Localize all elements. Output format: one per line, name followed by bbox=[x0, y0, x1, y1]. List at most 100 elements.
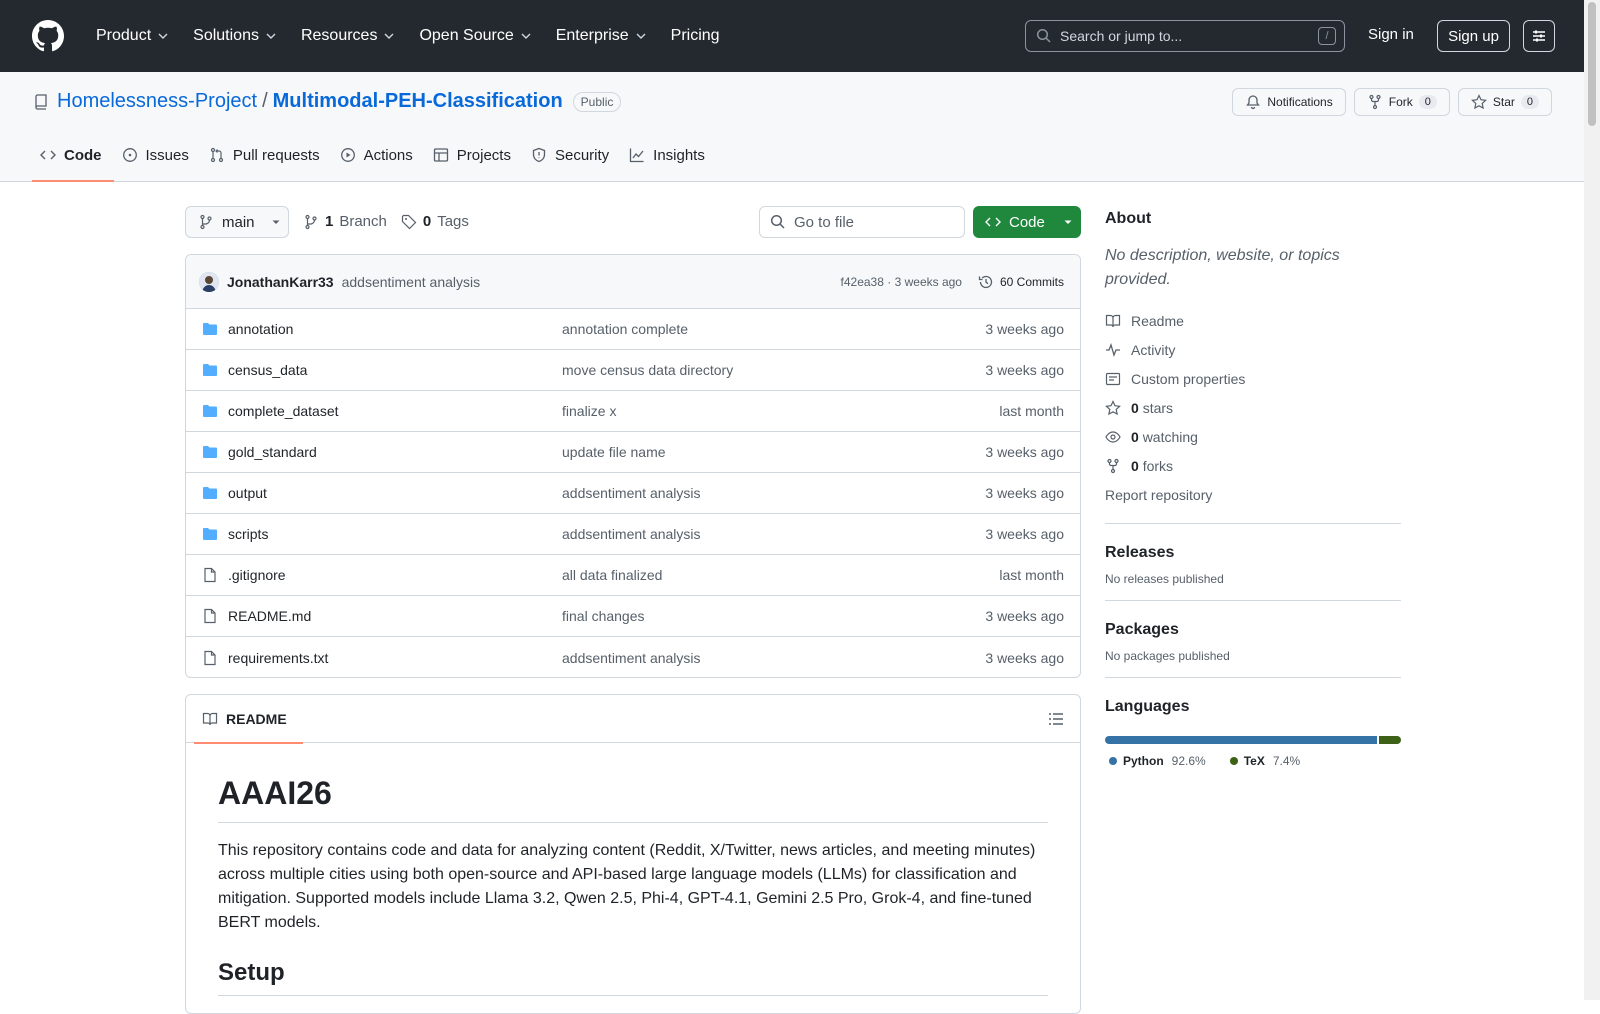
code-dropdown-button[interactable]: Code bbox=[973, 206, 1081, 238]
packages-title[interactable]: Packages bbox=[1105, 621, 1401, 639]
file-commit-message[interactable]: final changes bbox=[562, 608, 645, 624]
tab-code[interactable]: Code bbox=[32, 138, 114, 182]
table-row[interactable]: requirements.txt addsentiment analysis 3 w… bbox=[186, 637, 1080, 677]
language-item[interactable]: TeX 7.4% bbox=[1229, 754, 1300, 768]
file-icon bbox=[204, 567, 216, 583]
search-shortcut-key: / bbox=[1318, 27, 1336, 45]
file-type-icon bbox=[202, 485, 218, 501]
star-icon bbox=[1105, 399, 1121, 415]
file-name[interactable]: annotation bbox=[228, 321, 562, 337]
nav-open-source[interactable]: Open Source bbox=[409, 21, 541, 51]
note-icon bbox=[1105, 372, 1121, 385]
tab-security[interactable]: Security bbox=[523, 138, 621, 182]
repo-header: Homelessness-Project / Multimodal-PEH-Cl… bbox=[0, 72, 1584, 182]
tab-issues[interactable]: Issues bbox=[114, 138, 201, 182]
activity-link[interactable]: Activity bbox=[1105, 335, 1401, 364]
go-to-file-input[interactable]: Go to file bbox=[759, 206, 965, 238]
file-commit-date: 3 weeks ago bbox=[985, 526, 1064, 542]
repo-owner-link[interactable]: Homelessness-Project bbox=[57, 90, 257, 113]
repo-actions: Notifications Fork 0 Star 0 bbox=[1232, 88, 1552, 116]
global-header: Product Solutions Resources Open Source … bbox=[0, 0, 1584, 72]
table-row[interactable]: complete_dataset finalize x last month bbox=[186, 391, 1080, 432]
file-name[interactable]: output bbox=[228, 485, 562, 501]
nav-resources[interactable]: Resources bbox=[291, 21, 405, 51]
releases-title[interactable]: Releases bbox=[1105, 544, 1401, 562]
sidebar: About No description, website, or topics… bbox=[1105, 210, 1401, 768]
sliders-icon bbox=[1533, 30, 1545, 42]
custom-properties-link[interactable]: Custom properties bbox=[1105, 364, 1401, 393]
table-row[interactable]: README.md final changes 3 weeks ago bbox=[186, 596, 1080, 637]
branches-link[interactable]: 1 Branch bbox=[303, 213, 387, 230]
commits-link[interactable]: 60 Commits bbox=[978, 274, 1064, 290]
list-unordered-icon[interactable] bbox=[1048, 711, 1064, 727]
report-repository-link[interactable]: Report repository bbox=[1105, 480, 1401, 509]
readme-tab[interactable]: README bbox=[194, 695, 303, 744]
file-commit-message[interactable]: move census data directory bbox=[562, 362, 733, 378]
page-scrollbar[interactable] bbox=[1584, 0, 1600, 1000]
repo-name-link[interactable]: Multimodal-PEH-Classification bbox=[273, 90, 563, 113]
commit-meta: f42ea38 · 3 weeks ago 60 Commits bbox=[841, 274, 1064, 290]
file-name[interactable]: gold_standard bbox=[228, 444, 562, 460]
fork-button[interactable]: Fork 0 bbox=[1353, 88, 1450, 116]
table-row[interactable]: scripts addsentiment analysis 3 weeks ago bbox=[186, 514, 1080, 555]
releases-section: Releases No releases published bbox=[1105, 523, 1401, 586]
table-row[interactable]: census_data move census data directory 3 w… bbox=[186, 350, 1080, 391]
file-commit-message[interactable]: all data finalized bbox=[562, 567, 662, 583]
table-row[interactable]: annotation annotation complete 3 weeks ago bbox=[186, 309, 1080, 350]
tags-link[interactable]: 0 Tags bbox=[401, 213, 469, 230]
nav-enterprise[interactable]: Enterprise bbox=[546, 21, 657, 51]
search-icon bbox=[1036, 28, 1051, 43]
tab-insights[interactable]: Insights bbox=[621, 138, 717, 182]
scrollbar-thumb[interactable] bbox=[1588, 2, 1596, 126]
commit-author[interactable]: JonathanKarr33 bbox=[227, 274, 334, 290]
tab-actions[interactable]: Actions bbox=[332, 138, 425, 182]
sign-in-link[interactable]: Sign in bbox=[1368, 26, 1414, 43]
table-row[interactable]: output addsentiment analysis 3 weeks ago bbox=[186, 473, 1080, 514]
table-row[interactable]: gold_standard update file name 3 weeks ago bbox=[186, 432, 1080, 473]
commit-hash[interactable]: f42ea38 bbox=[841, 275, 884, 289]
readme-header: README bbox=[186, 695, 1080, 744]
branch-select-button[interactable]: main bbox=[185, 206, 289, 238]
sign-up-button[interactable]: Sign up bbox=[1437, 20, 1510, 52]
language-item[interactable]: Python 92.6% bbox=[1109, 754, 1206, 768]
table-row[interactable]: .gitignore all data finalized last month bbox=[186, 555, 1080, 596]
table-icon bbox=[433, 148, 448, 162]
watching-link[interactable]: 0 watching bbox=[1105, 422, 1401, 451]
nav-pricing[interactable]: Pricing bbox=[661, 21, 730, 51]
star-button[interactable]: Star 0 bbox=[1457, 88, 1552, 116]
file-commit-message[interactable]: addsentiment analysis bbox=[562, 485, 701, 501]
file-commit-message[interactable]: finalize x bbox=[562, 403, 616, 419]
settings-menu-button[interactable] bbox=[1523, 20, 1555, 52]
avatar[interactable] bbox=[199, 271, 219, 292]
forks-link[interactable]: 0 forks bbox=[1105, 451, 1401, 480]
search-input[interactable]: Search or jump to... / bbox=[1025, 20, 1345, 52]
nav-product[interactable]: Product bbox=[86, 21, 179, 51]
file-commit-message[interactable]: update file name bbox=[562, 444, 666, 460]
file-name[interactable]: scripts bbox=[228, 526, 562, 542]
file-commit-message[interactable]: addsentiment analysis bbox=[562, 526, 701, 542]
file-commit-message[interactable]: addsentiment analysis bbox=[562, 650, 701, 666]
github-logo-icon[interactable] bbox=[32, 20, 64, 52]
tab-projects[interactable]: Projects bbox=[425, 138, 523, 182]
tab-pull-requests[interactable]: Pull requests bbox=[201, 138, 332, 182]
file-name[interactable]: README.md bbox=[228, 608, 562, 624]
graph-icon bbox=[630, 148, 644, 163]
notifications-button[interactable]: Notifications bbox=[1232, 88, 1346, 116]
readme-content: AAAI26 This repository contains code and… bbox=[186, 743, 1080, 1013]
stars-link[interactable]: 0 stars bbox=[1105, 393, 1401, 422]
readme-link[interactable]: Readme bbox=[1105, 306, 1401, 335]
commit-message[interactable]: addsentiment analysis bbox=[342, 274, 481, 290]
nav-solutions[interactable]: Solutions bbox=[183, 21, 287, 51]
releases-text: No releases published bbox=[1105, 572, 1224, 586]
file-name[interactable]: complete_dataset bbox=[228, 403, 562, 419]
file-name[interactable]: census_data bbox=[228, 362, 562, 378]
readme-heading-setup: Setup bbox=[218, 959, 1048, 996]
repo-icon bbox=[35, 93, 47, 110]
file-name[interactable]: .gitignore bbox=[228, 567, 562, 583]
folder-icon bbox=[203, 528, 217, 540]
file-name[interactable]: requirements.txt bbox=[228, 650, 562, 666]
branch-icon bbox=[200, 214, 212, 230]
language-bar-segment bbox=[1379, 736, 1401, 744]
file-commit-date: 3 weeks ago bbox=[985, 485, 1064, 501]
file-commit-message[interactable]: annotation complete bbox=[562, 321, 688, 337]
